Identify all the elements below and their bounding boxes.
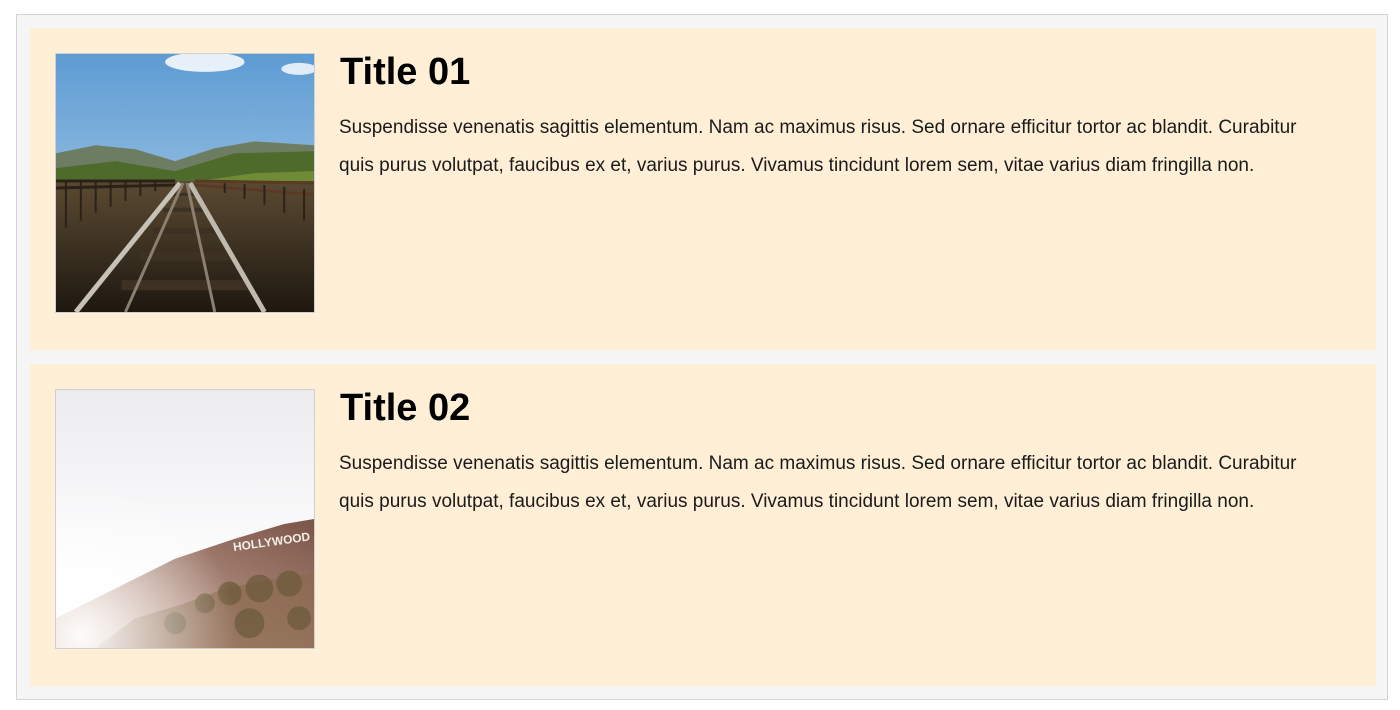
card: HOLLYWOOD Title 02 Suspendisse venenatis… — [30, 364, 1376, 686]
card-image-railway — [55, 53, 315, 313]
card-image-hollywood: HOLLYWOOD — [55, 389, 315, 649]
card-title: Title 01 — [340, 51, 471, 93]
card-title: Title 02 — [340, 387, 471, 429]
cards-container: Title 01 Suspendisse venenatis sagittis … — [16, 14, 1388, 700]
railway-photo — [56, 54, 314, 312]
card-text: Suspendisse venenatis sagittis elementum… — [339, 453, 1297, 512]
card: Title 01 Suspendisse venenatis sagittis … — [30, 28, 1376, 350]
card-text: Suspendisse venenatis sagittis elementum… — [339, 117, 1297, 176]
hollywood-photo: HOLLYWOOD — [56, 390, 314, 648]
